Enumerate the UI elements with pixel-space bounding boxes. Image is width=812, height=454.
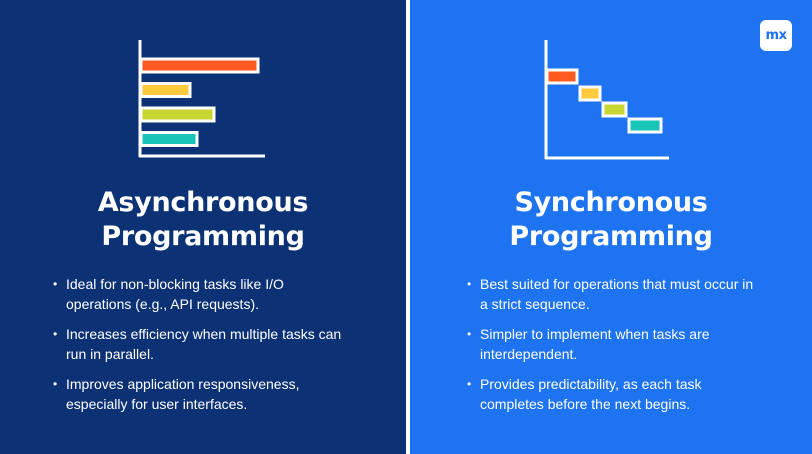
bullet-icon: • xyxy=(53,377,58,391)
async-title-line1: Asynchronous xyxy=(97,187,309,218)
sync-title-line2: Programming xyxy=(509,221,713,252)
list-item: • Best suited for operations that must oc… xyxy=(467,276,754,312)
sync-step-4 xyxy=(627,117,663,134)
bullet-icon: • xyxy=(53,277,58,291)
async-bar-1 xyxy=(139,57,260,74)
sync-step-illustration xyxy=(544,40,669,160)
mendix-logo-icon: mx xyxy=(760,20,792,51)
sync-title-line1: Synchronous xyxy=(514,187,708,218)
sync-step-1 xyxy=(545,68,579,85)
list-item: • Ideal for non-blocking tasks like I/O o… xyxy=(53,276,284,312)
list-item: • Improves application responsiveness, es… xyxy=(53,376,300,412)
list-item: • Provides predictability, as each task c… xyxy=(467,376,702,412)
list-item: • Increases efficiency when multiple task… xyxy=(53,326,342,362)
async-bar-2 xyxy=(139,82,192,98)
sync-title: Synchronous Programming xyxy=(410,186,812,254)
async-panel: Asynchronous Programming • Ideal for non-… xyxy=(0,0,406,454)
bullet-icon: • xyxy=(53,327,58,341)
list-item: • Simpler to implement when tasks are int… xyxy=(467,326,710,362)
sync-step-2 xyxy=(578,85,602,102)
async-bullet-list: • Ideal for non-blocking tasks like I/O o… xyxy=(50,274,350,424)
bullet-icon: • xyxy=(467,277,472,291)
async-bar-4 xyxy=(139,131,199,147)
async-bar-illustration xyxy=(138,40,265,158)
sync-panel: mx Synchronous Programming • Best suited … xyxy=(410,0,812,454)
sync-bullet-list: • Best suited for operations that must oc… xyxy=(464,274,764,424)
async-bar-3 xyxy=(139,106,216,123)
sync-step-3 xyxy=(601,101,628,118)
bullet-icon: • xyxy=(467,327,472,341)
bullet-icon: • xyxy=(467,377,472,391)
async-title-line2: Programming xyxy=(101,221,305,252)
async-title: Asynchronous Programming xyxy=(0,186,406,254)
